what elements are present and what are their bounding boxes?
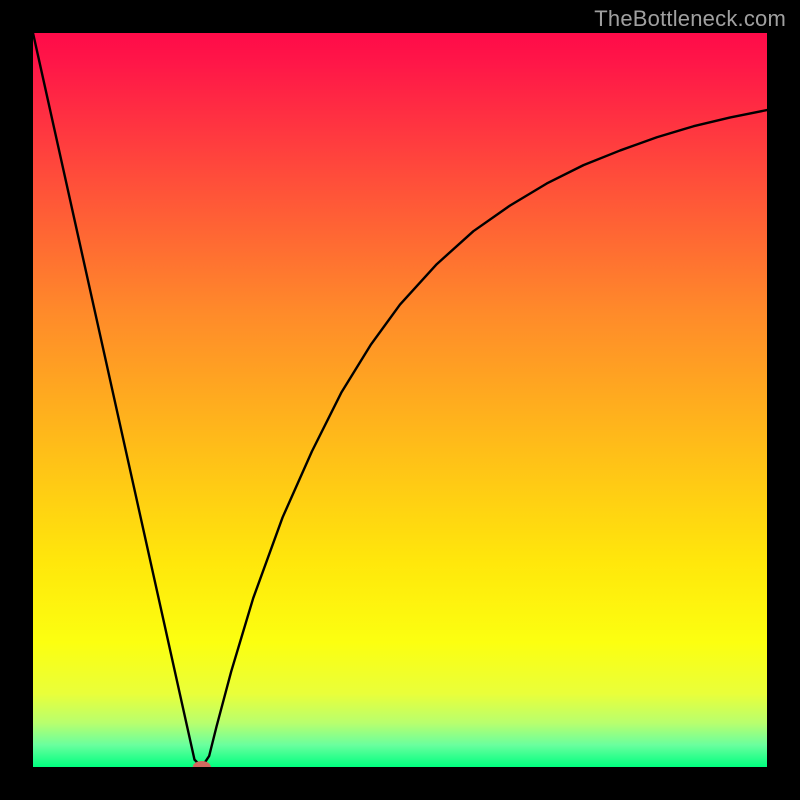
chart-plot-area <box>33 33 767 767</box>
bottleneck-curve <box>33 33 767 767</box>
chart-frame: TheBottleneck.com <box>0 0 800 800</box>
watermark-text: TheBottleneck.com <box>594 6 786 32</box>
